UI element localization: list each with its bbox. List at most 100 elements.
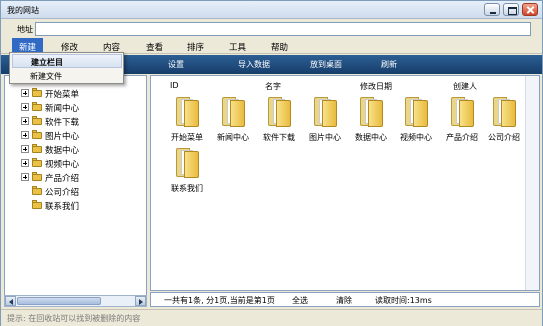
dropdown-new-file[interactable]: 新建文件 bbox=[12, 69, 122, 83]
column-header-id[interactable]: ID bbox=[170, 81, 179, 90]
address-bar: 地址 bbox=[1, 20, 542, 38]
folder-icon bbox=[32, 144, 42, 153]
folder-item[interactable]: 视频中心 bbox=[394, 97, 438, 145]
folder-item-label: 图片中心 bbox=[309, 133, 341, 142]
toolbar-import-data[interactable]: 导入数据 bbox=[238, 59, 270, 70]
page-summary: 一共有1条, 分1页,当前是第1页 bbox=[164, 296, 275, 305]
folder-item[interactable]: 软件下载 bbox=[257, 97, 301, 145]
toolbar-settings[interactable]: 设置 bbox=[168, 59, 184, 70]
folder-item-label: 公司介绍 bbox=[488, 133, 520, 142]
minimize-icon bbox=[485, 4, 499, 15]
folder-item[interactable]: 数据中心 bbox=[349, 97, 393, 145]
folder-icon bbox=[32, 116, 42, 125]
folder-icon bbox=[32, 158, 42, 167]
folder-icon bbox=[312, 97, 338, 127]
expand-icon[interactable] bbox=[21, 117, 29, 125]
folder-icon bbox=[32, 130, 42, 139]
read-time: 读取时间:13ms bbox=[375, 296, 432, 305]
window-title: 我的网站 bbox=[7, 6, 39, 15]
tree-item-label: 公司介绍 bbox=[45, 188, 80, 198]
expand-icon[interactable] bbox=[21, 131, 29, 139]
clear-link[interactable]: 清除 bbox=[336, 295, 352, 306]
folder-icon bbox=[174, 148, 200, 178]
tree-horizontal-scrollbar[interactable] bbox=[4, 295, 147, 307]
folder-icon bbox=[32, 200, 42, 209]
tree-item[interactable]: 公司介绍 bbox=[5, 185, 145, 198]
tree-item-label: 产品介绍 bbox=[45, 174, 80, 184]
folder-item[interactable]: 联系我们 bbox=[165, 148, 209, 196]
tree-item[interactable]: 数据中心 bbox=[5, 143, 145, 156]
menu-help[interactable]: 帮助 bbox=[271, 41, 288, 53]
expand-icon[interactable] bbox=[21, 159, 29, 167]
folder-icon bbox=[491, 97, 517, 127]
title-bar[interactable]: 我的网站 bbox=[1, 1, 542, 19]
folder-icon bbox=[358, 97, 384, 127]
tree-item[interactable]: 软件下载 bbox=[5, 115, 145, 128]
content-status-bar: 一共有1条, 分1页,当前是第1页 全选 清除 读取时间:13ms bbox=[150, 292, 540, 307]
folder-icon bbox=[32, 102, 42, 111]
maximize-button[interactable] bbox=[503, 3, 519, 16]
folder-icon bbox=[403, 97, 429, 127]
folder-item[interactable]: 新闻中心 bbox=[211, 97, 255, 145]
folder-icon bbox=[32, 88, 42, 97]
folder-item-label: 视频中心 bbox=[400, 133, 432, 142]
folder-icon bbox=[266, 97, 292, 127]
minimize-button[interactable] bbox=[484, 3, 500, 16]
address-input[interactable] bbox=[35, 22, 531, 36]
column-header-name[interactable]: 名字 bbox=[265, 81, 281, 92]
folder-item[interactable]: 图片中心 bbox=[303, 97, 347, 145]
menu-sort[interactable]: 排序 bbox=[187, 41, 204, 53]
address-label: 地址 bbox=[17, 25, 33, 34]
app-window: 我的网站 地址 新建 修改 内容 查看 排序 工具 帮助 设置 导入数据 放到桌… bbox=[0, 0, 543, 326]
tree-item-label: 数据中心 bbox=[45, 146, 80, 156]
scroll-left-icon[interactable] bbox=[5, 296, 16, 306]
status-hint: 提示: 在回收站可以找到被删除的内容 bbox=[7, 314, 141, 323]
scroll-right-icon[interactable] bbox=[135, 296, 146, 306]
tree-item[interactable]: 产品介绍 bbox=[5, 171, 145, 184]
folder-item[interactable]: 开始菜单 bbox=[165, 97, 209, 145]
column-header-modified-date[interactable]: 修改日期 bbox=[360, 81, 392, 92]
tree-item-label: 新闻中心 bbox=[45, 104, 80, 114]
content-panel: ID 名字 修改日期 创建人 开始菜单 新闻中心 软件下载 图片中心 数据中心 … bbox=[150, 75, 540, 291]
expand-icon[interactable] bbox=[21, 173, 29, 181]
menu-tools[interactable]: 工具 bbox=[229, 41, 246, 53]
tree-item-label: 图片中心 bbox=[45, 132, 80, 142]
folder-item-label: 数据中心 bbox=[355, 133, 387, 142]
folder-icon bbox=[220, 97, 246, 127]
menu-view[interactable]: 查看 bbox=[146, 41, 163, 53]
toolbar-send-to-desktop[interactable]: 放到桌面 bbox=[310, 59, 342, 70]
folder-icon bbox=[32, 172, 42, 181]
tree-item-label: 开始菜单 bbox=[45, 90, 80, 100]
new-dropdown-menu: 建立栏目 新建文件 bbox=[9, 52, 124, 84]
tree-item-label: 软件下载 bbox=[45, 118, 80, 128]
tree-item[interactable]: 图片中心 bbox=[5, 129, 145, 142]
column-header-creator[interactable]: 创建人 bbox=[453, 81, 477, 92]
tree-item[interactable]: 联系我们 bbox=[5, 199, 145, 212]
scroll-thumb[interactable] bbox=[17, 297, 101, 305]
folder-item-label: 软件下载 bbox=[263, 133, 295, 142]
folder-item-label: 联系我们 bbox=[171, 184, 203, 193]
expand-icon[interactable] bbox=[21, 145, 29, 153]
folder-icon bbox=[32, 186, 42, 195]
folder-tree: 开始菜单 新闻中心 软件下载 图片中心 数据中心 视频中心 产品介绍 公司介绍 … bbox=[4, 75, 147, 307]
expand-icon[interactable] bbox=[21, 103, 29, 111]
select-all-link[interactable]: 全选 bbox=[292, 295, 308, 306]
tree-item-label: 视频中心 bbox=[45, 160, 80, 170]
folder-item[interactable]: 产品介绍 bbox=[440, 97, 484, 145]
dropdown-create-column[interactable]: 建立栏目 bbox=[12, 54, 122, 68]
close-button[interactable] bbox=[522, 3, 538, 16]
folder-item-label: 新闻中心 bbox=[217, 133, 249, 142]
tree-item[interactable]: 开始菜单 bbox=[5, 87, 145, 100]
folder-icon bbox=[174, 97, 200, 127]
maximize-icon bbox=[504, 4, 518, 15]
tree-item[interactable]: 视频中心 bbox=[5, 157, 145, 170]
content-vertical-scrollbar[interactable] bbox=[525, 76, 539, 290]
close-icon bbox=[523, 4, 537, 15]
folder-icon bbox=[449, 97, 475, 127]
expand-icon[interactable] bbox=[21, 89, 29, 97]
folder-item-label: 产品介绍 bbox=[446, 133, 478, 142]
toolbar-refresh[interactable]: 刷新 bbox=[381, 59, 397, 70]
status-bar: 提示: 在回收站可以找到被删除的内容 bbox=[1, 309, 542, 326]
tree-item[interactable]: 新闻中心 bbox=[5, 101, 145, 114]
folder-item[interactable]: 公司介绍 bbox=[482, 97, 526, 145]
